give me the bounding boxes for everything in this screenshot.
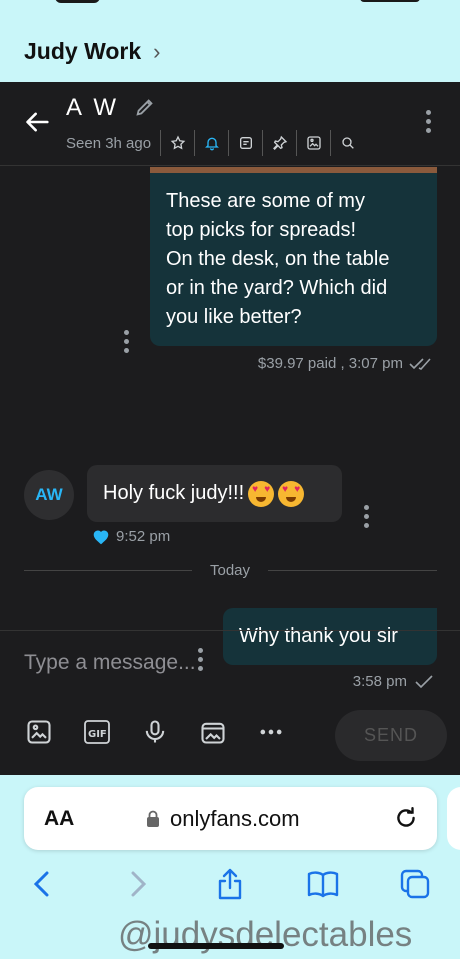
message-composer: Type a message... GIF SEND <box>0 630 460 775</box>
divider-line <box>268 570 437 571</box>
address-bar[interactable]: AA onlyfans.com <box>24 787 437 850</box>
read-double-check-icon <box>409 357 431 370</box>
next-tab-peek[interactable] <box>447 787 460 850</box>
home-indicator <box>148 943 284 949</box>
chat-name-link[interactable]: Judy Work › <box>24 38 160 65</box>
header-actions <box>160 130 364 156</box>
more-icon[interactable] <box>256 717 285 746</box>
liked-heart-icon[interactable] <box>92 529 110 545</box>
lock-icon <box>147 810 159 827</box>
bookmarks-icon[interactable] <box>306 867 340 901</box>
note-icon[interactable] <box>228 130 262 156</box>
message-input[interactable]: Type a message... <box>24 651 196 675</box>
outgoing-message: These are some of my top picks for sprea… <box>150 173 437 346</box>
message-text: Holy fuck judy!!! <box>103 482 245 504</box>
bell-icon[interactable] <box>194 130 228 156</box>
seen-status: Seen 3h ago <box>66 135 152 152</box>
status-indicators <box>360 0 420 2</box>
paid-timestamp: $39.97 paid , 3:07 pm <box>257 355 403 372</box>
composer-tools: GIF <box>24 717 285 746</box>
message-line: top picks for spreads! <box>166 219 357 241</box>
url-text: onlyfans.com <box>170 806 300 831</box>
message-options-icon[interactable] <box>122 330 130 353</box>
back-chevron-icon[interactable] <box>25 867 59 901</box>
share-icon[interactable] <box>213 867 247 901</box>
image-icon[interactable] <box>24 717 53 746</box>
image-icon[interactable] <box>296 130 330 156</box>
status-time <box>55 0 100 3</box>
star-icon[interactable] <box>160 130 194 156</box>
incoming-message: Holy fuck judy!!! <box>87 465 342 522</box>
microphone-icon[interactable] <box>140 717 169 746</box>
chat-app: A W Seen 3h ago These are some of my top… <box>0 82 460 775</box>
reader-settings-button[interactable]: AA <box>44 807 74 831</box>
vault-icon[interactable] <box>198 717 227 746</box>
tabs-icon[interactable] <box>398 867 432 901</box>
gif-icon[interactable]: GIF <box>82 717 111 746</box>
svg-text:GIF: GIF <box>88 729 107 740</box>
chat-header: A W Seen 3h ago <box>0 82 460 166</box>
browser-nav <box>0 867 460 907</box>
heart-eyes-emoji-icon <box>278 480 305 507</box>
contact-name[interactable]: A W <box>66 94 119 122</box>
more-options-icon[interactable] <box>424 110 432 138</box>
chevron-right-icon: › <box>153 38 161 64</box>
message-line: These are some of my <box>166 190 365 212</box>
pin-icon[interactable] <box>262 130 296 156</box>
reload-icon[interactable] <box>393 805 419 831</box>
reader-settings-label: AA <box>44 807 75 830</box>
browser-toolbar: AA onlyfans.com @judysdelectables <box>0 775 460 959</box>
message-line: you like better? <box>166 306 302 328</box>
message-list: These are some of my top picks for sprea… <box>0 167 460 690</box>
search-icon[interactable] <box>330 130 364 156</box>
chat-name: Judy Work <box>24 38 142 64</box>
edit-pencil-icon[interactable] <box>134 96 156 118</box>
heart-eyes-emoji-icon <box>248 480 275 507</box>
watermark: @judysdelectables <box>118 915 413 954</box>
forward-chevron-icon[interactable] <box>121 867 155 901</box>
ios-top-bar: Judy Work › <box>0 0 460 82</box>
url-display[interactable]: onlyfans.com <box>146 806 300 832</box>
message-line: On the desk, on the table <box>166 248 390 270</box>
message-meta: 9:52 pm <box>92 528 170 545</box>
message-options-icon[interactable] <box>362 505 370 528</box>
back-arrow-icon[interactable] <box>24 108 52 136</box>
send-button[interactable]: SEND <box>335 710 447 761</box>
message-time: 9:52 pm <box>116 528 171 545</box>
message-meta: $39.97 paid , 3:07 pm <box>258 355 435 372</box>
message-line: or in the yard? Which did <box>166 277 388 299</box>
avatar[interactable]: AW <box>24 470 74 520</box>
